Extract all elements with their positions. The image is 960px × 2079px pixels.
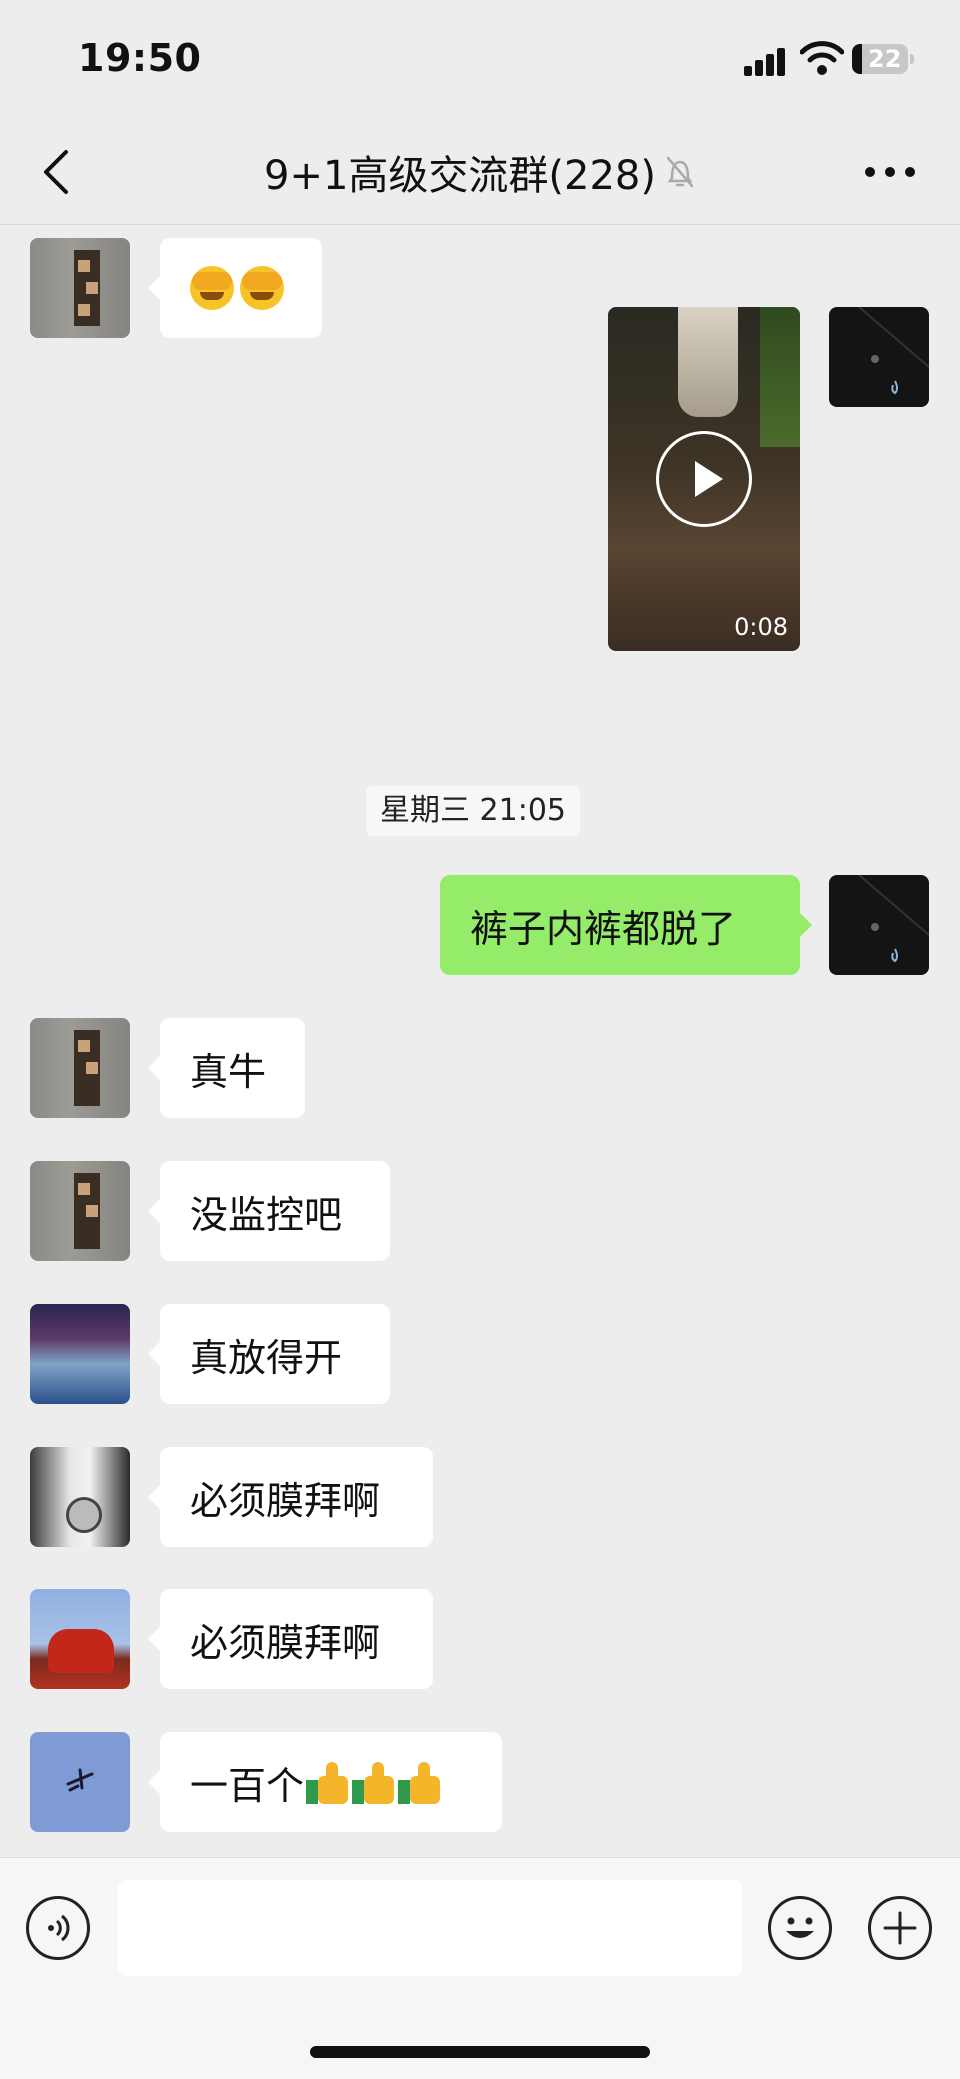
building-avatar[interactable]: [30, 238, 130, 338]
message-bubble[interactable]: 真牛: [148, 1018, 305, 1118]
plane-avatar[interactable]: [30, 1732, 130, 1832]
status-bar: 19:50 22: [0, 0, 960, 120]
battery-icon: 22: [852, 44, 914, 74]
thumbs-up-emoji: [306, 1760, 350, 1804]
chat-title[interactable]: 9+1高级交流群(228): [264, 143, 656, 201]
more-functions-button[interactable]: [868, 1896, 932, 1960]
message-bubble[interactable]: 必须膜拜啊: [148, 1447, 433, 1547]
message-bubble[interactable]: [148, 238, 322, 338]
voice-input-button[interactable]: [26, 1896, 90, 1960]
message-text: 没监控吧: [190, 1192, 343, 1237]
building-avatar[interactable]: [30, 1161, 130, 1261]
nav-bar: 9+1高级交流群(228): [0, 120, 960, 225]
smiley-icon: [786, 1917, 814, 1938]
input-bar: [0, 1857, 960, 2079]
chat-messages[interactable]: 0:08 星期三 21:05 裤子内裤都脱了 真牛 没监控吧 真放得开 必须膜拜…: [0, 225, 960, 1857]
hall-avatar[interactable]: [30, 1304, 130, 1404]
thumbs-up-emoji: [352, 1760, 396, 1804]
voice-icon: [48, 1914, 70, 1942]
message-bubble[interactable]: 真放得开: [148, 1304, 390, 1404]
message-bubble[interactable]: 没监控吧: [148, 1161, 390, 1261]
emoji-button[interactable]: [768, 1896, 832, 1960]
message-timestamp: 星期三 21:05: [366, 786, 580, 836]
mute-bell-icon: [666, 156, 694, 188]
more-options-icon[interactable]: [862, 150, 918, 194]
title-wrap: 9+1高级交流群(228): [0, 120, 960, 224]
wifi-icon: [800, 41, 844, 75]
home-indicator: [310, 2046, 650, 2058]
video-message[interactable]: 0:08: [608, 307, 800, 651]
status-time: 19:50: [78, 36, 202, 80]
message-text: 真牛: [190, 1049, 267, 1094]
message-text: 真放得开: [190, 1335, 343, 1380]
message-bubble[interactable]: 一百个: [148, 1732, 502, 1832]
building-avatar[interactable]: [30, 1018, 130, 1118]
self-avatar[interactable]: [829, 875, 929, 975]
message-text: 裤子内裤都脱了: [470, 906, 737, 951]
message-bubble[interactable]: 裤子内裤都脱了: [440, 875, 812, 975]
thumbs-up-emoji: [398, 1760, 442, 1804]
self-avatar[interactable]: [829, 307, 929, 407]
message-bubble[interactable]: 必须膜拜啊: [148, 1589, 433, 1689]
watch-avatar[interactable]: [30, 1447, 130, 1547]
bull-avatar[interactable]: [30, 1589, 130, 1689]
video-duration: 0:08: [734, 613, 788, 641]
play-icon[interactable]: [656, 431, 752, 527]
face-palm-emoji: [190, 266, 234, 310]
battery-level: 22: [868, 45, 902, 73]
message-input[interactable]: [118, 1880, 742, 1976]
message-text: 必须膜拜啊: [190, 1620, 381, 1665]
message-text: 必须膜拜啊: [190, 1478, 381, 1523]
cellular-signal-icon: [744, 46, 792, 76]
plus-icon: [883, 1911, 917, 1945]
message-text: 一百个: [190, 1763, 305, 1808]
face-palm-emoji: [240, 266, 284, 310]
